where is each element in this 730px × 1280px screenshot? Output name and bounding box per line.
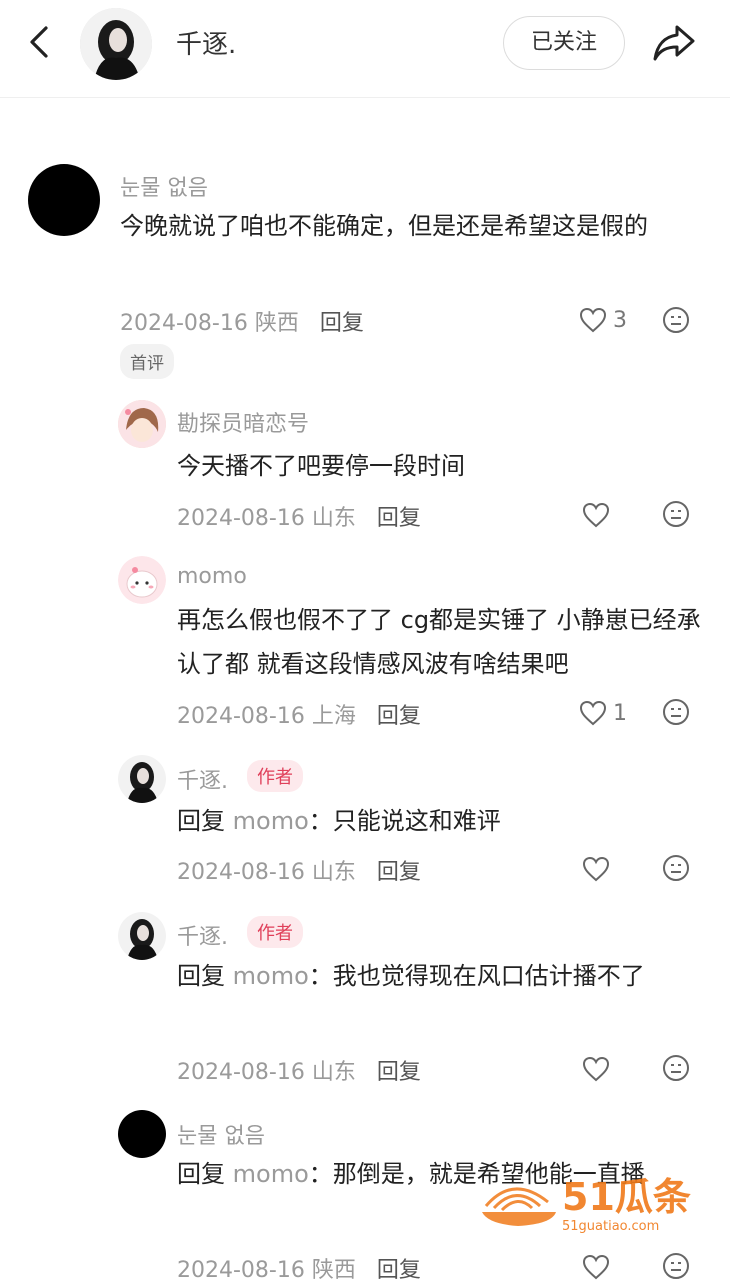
reply-location: 山东 [311, 1060, 356, 1085]
like-button[interactable] [582, 854, 610, 884]
reply-colon: ： [308, 1160, 333, 1188]
top-bar: 千逐. 已关注 [0, 0, 730, 98]
like-button[interactable] [582, 1252, 610, 1280]
follow-button[interactable]: 已关注 [503, 16, 625, 70]
share-button[interactable] [650, 18, 698, 66]
reply-button[interactable]: 回复 [377, 860, 421, 885]
watermark-melon-icon: 51瓜条 51guatiao.com [482, 1175, 691, 1234]
first-comment-badge: 首评 [120, 344, 174, 379]
reply-text: 今天播不了吧要停一段时间 [177, 452, 465, 480]
reply-meta: 2024-08-16 山东 回复 [177, 500, 421, 532]
comment-text: 今晚就说了咱也不能确定，但是还是希望这是假的 [120, 212, 648, 240]
reply-button[interactable]: 回复 [377, 704, 421, 729]
comment-location: 陕西 [254, 311, 299, 336]
reply-prefix: 回复 [177, 962, 225, 990]
emoji-button[interactable] [662, 1054, 690, 1082]
chevron-left-icon [30, 26, 48, 58]
reply-meta: 2024-08-16 陕西 回复 [177, 1252, 421, 1280]
reply-text: 回复 momo：只能说这和难评 [177, 799, 707, 843]
avatar[interactable] [118, 400, 166, 448]
reply-button[interactable]: 回复 [377, 1060, 421, 1085]
author-badge: 作者 [247, 916, 303, 948]
reply-location: 陕西 [311, 1258, 356, 1280]
emoji-face-icon [663, 501, 689, 527]
reply-date: 2024-08-16 [177, 506, 305, 531]
reply-username[interactable]: momo [177, 564, 247, 589]
watermark-logo: 51瓜条 51guatiao.com [478, 1166, 708, 1236]
cartoon-avatar-icon [118, 556, 166, 604]
reply-button[interactable]: 回复 [377, 506, 421, 531]
avatar-portrait-icon [118, 912, 166, 960]
reply-location: 上海 [311, 704, 356, 729]
emoji-button[interactable] [662, 306, 690, 334]
reply-button[interactable]: 回复 [377, 1258, 421, 1280]
reply-meta: 2024-08-16 上海 回复 [177, 698, 421, 730]
like-button[interactable] [582, 500, 610, 530]
emoji-face-icon [663, 855, 689, 881]
comment-username[interactable]: 눈물 없음 [120, 170, 208, 202]
reply-target[interactable]: momo [233, 1160, 309, 1188]
avatar[interactable] [118, 755, 166, 803]
reply-date: 2024-08-16 [177, 860, 305, 885]
back-button[interactable] [20, 22, 60, 62]
avatar[interactable] [118, 556, 166, 604]
emoji-button[interactable] [662, 698, 690, 726]
reply-body: 只能说这和难评 [332, 807, 501, 835]
reply-username[interactable]: 눈물 없음 [177, 1118, 265, 1150]
like-button[interactable] [582, 1054, 610, 1084]
reply-target[interactable]: momo [233, 962, 309, 990]
reply-username[interactable]: 千逐. [177, 763, 228, 795]
reply-colon: ： [308, 807, 333, 835]
avatar[interactable] [118, 1110, 166, 1158]
reply-date: 2024-08-16 [177, 1060, 305, 1085]
heart-outline-icon [582, 1056, 610, 1082]
reply-meta: 2024-08-16 山东 回复 [177, 854, 421, 886]
like-button[interactable]: 1 [579, 698, 627, 728]
header-avatar[interactable] [80, 8, 152, 80]
reply-prefix: 回复 [177, 1160, 225, 1188]
reply-target[interactable]: momo [233, 807, 309, 835]
reply-date: 2024-08-16 [177, 704, 305, 729]
reply-text: 回复 momo：我也觉得现在风口估计播不了 [177, 954, 687, 998]
reply-button[interactable]: 回复 [320, 311, 364, 336]
reply-location: 山东 [311, 860, 356, 885]
reply-prefix: 回复 [177, 807, 225, 835]
header-username: 千逐. [176, 30, 237, 60]
anime-avatar-icon [118, 400, 166, 448]
like-count: 1 [613, 700, 627, 726]
like-count: 3 [613, 307, 627, 333]
heart-outline-icon [582, 856, 610, 882]
watermark-site: 51guatiao.com [562, 1219, 659, 1234]
reply-date: 2024-08-16 [177, 1258, 305, 1280]
emoji-face-icon [663, 699, 689, 725]
emoji-face-icon [663, 1253, 689, 1279]
heart-outline-icon [582, 502, 610, 528]
emoji-button[interactable] [662, 1252, 690, 1280]
watermark-text: 51瓜条 [562, 1175, 691, 1219]
emoji-button[interactable] [662, 854, 690, 882]
reply-text: 再怎么假也假不了了 cg都是实锤了 小静崽已经承认了都 就看这段情感风波有啥结果… [177, 606, 701, 678]
reply-colon: ： [308, 962, 333, 990]
author-badge: 作者 [247, 760, 303, 792]
reply-location: 山东 [311, 506, 356, 531]
reply-meta: 2024-08-16 山东 回复 [177, 1054, 421, 1086]
comment-meta: 2024-08-16 陕西 回复 [120, 305, 364, 337]
avatar[interactable] [28, 164, 100, 236]
share-arrow-icon [653, 25, 695, 61]
heart-outline-icon [579, 700, 607, 726]
avatar-portrait-icon [80, 8, 152, 80]
comment-date: 2024-08-16 [120, 311, 248, 336]
heart-outline-icon [582, 1254, 610, 1280]
emoji-face-icon [663, 1055, 689, 1081]
reply-username[interactable]: 千逐. [177, 919, 228, 951]
emoji-face-icon [663, 307, 689, 333]
emoji-button[interactable] [662, 500, 690, 528]
reply-username[interactable]: 勘探员暗恋号 [177, 406, 309, 438]
heart-outline-icon [579, 307, 607, 333]
reply-body: 我也觉得现在风口估计播不了 [332, 962, 645, 990]
like-button[interactable]: 3 [579, 305, 627, 335]
avatar-portrait-icon [118, 755, 166, 803]
avatar[interactable] [118, 912, 166, 960]
